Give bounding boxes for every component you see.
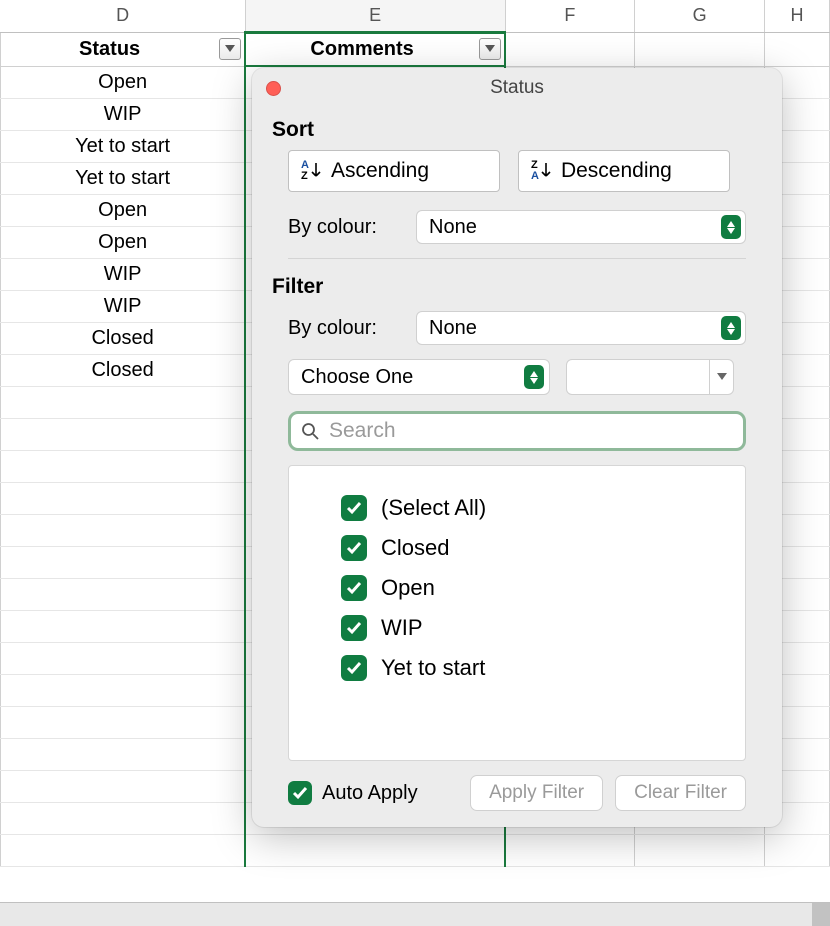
cell-status[interactable] [1, 674, 246, 706]
col-letter-h[interactable]: H [765, 0, 830, 32]
column-letter-row: D E F G H [1, 0, 830, 32]
col-letter-g[interactable]: G [635, 0, 765, 32]
cell-status[interactable] [1, 802, 246, 834]
cell-status[interactable] [1, 834, 246, 866]
chevron-down-icon [485, 45, 495, 53]
check-wip[interactable]: WIP [341, 608, 737, 648]
chevron-down-icon [709, 360, 733, 394]
search-input[interactable] [329, 419, 733, 443]
cell-status[interactable]: Open [1, 66, 246, 98]
sort-by-colour-label: By colour: [288, 216, 398, 239]
filter-popover: Status Sort AZ Ascending ZA Descending B… [252, 68, 782, 827]
filter-by-colour-select[interactable]: None [416, 311, 746, 345]
auto-apply-checkbox[interactable] [288, 781, 312, 805]
choose-one-label: Choose One [301, 366, 413, 389]
cell-status[interactable] [1, 514, 246, 546]
header-comments-label: Comments [310, 38, 413, 61]
table-row[interactable] [1, 834, 830, 866]
apply-filter-button[interactable]: Apply Filter [470, 775, 603, 811]
ascending-label: Ascending [331, 159, 429, 183]
popover-title: Status [490, 77, 544, 99]
check-open[interactable]: Open [341, 568, 737, 608]
filter-by-colour-label: By colour: [288, 317, 398, 340]
select-all-label: (Select All) [381, 495, 486, 521]
header-cell-g[interactable] [635, 32, 765, 66]
cell-status[interactable]: WIP [1, 290, 246, 322]
cell-status[interactable]: WIP [1, 98, 246, 130]
yet-to-start-label: Yet to start [381, 655, 485, 681]
check-yet-to-start[interactable]: Yet to start [341, 648, 737, 688]
cell-status[interactable] [1, 450, 246, 482]
bottom-scrollbar[interactable] [0, 902, 830, 926]
cell-status[interactable] [1, 386, 246, 418]
cell-status[interactable] [1, 610, 246, 642]
filter-dropdown-comments[interactable] [479, 38, 501, 60]
cell[interactable] [635, 834, 765, 866]
cell-status[interactable]: Open [1, 194, 246, 226]
cell-status[interactable] [1, 418, 246, 450]
header-cell-h[interactable] [765, 32, 830, 66]
sort-colour-value: None [429, 216, 477, 239]
checkbox-checked-icon [341, 575, 367, 601]
auto-apply-label: Auto Apply [322, 782, 418, 805]
clear-filter-button[interactable]: Clear Filter [615, 775, 746, 811]
checkbox-checked-icon [341, 535, 367, 561]
check-closed[interactable]: Closed [341, 528, 737, 568]
chevron-down-icon [225, 45, 235, 53]
sort-az-icon: AZ [301, 160, 321, 182]
open-label: Open [381, 575, 435, 601]
sort-by-colour-select[interactable]: None [416, 210, 746, 244]
divider [288, 258, 746, 259]
cell-status[interactable]: Open [1, 226, 246, 258]
header-cell-f[interactable] [505, 32, 635, 66]
header-row: Status Comments [1, 32, 830, 66]
cell-status[interactable]: WIP [1, 258, 246, 290]
sort-za-icon: ZA [531, 160, 551, 182]
cell-status[interactable]: Yet to start [1, 162, 246, 194]
checkbox-checked-icon [341, 655, 367, 681]
stepper-icon [721, 215, 741, 239]
col-letter-d[interactable]: D [1, 0, 246, 32]
cell-status[interactable] [1, 642, 246, 674]
wip-label: WIP [381, 615, 423, 641]
filter-dropdown-status[interactable] [219, 38, 241, 60]
cell-status[interactable] [1, 546, 246, 578]
cell-status[interactable] [1, 770, 246, 802]
cell-comments[interactable] [245, 834, 505, 866]
search-icon [301, 422, 319, 440]
cell-status[interactable]: Closed [1, 322, 246, 354]
col-letter-f[interactable]: F [505, 0, 635, 32]
check-select-all[interactable]: (Select All) [341, 488, 737, 528]
popover-header: Status [252, 68, 782, 108]
cell-status[interactable] [1, 578, 246, 610]
cell-status[interactable] [1, 738, 246, 770]
filter-colour-value: None [429, 317, 477, 340]
scrollbar-thumb[interactable] [812, 903, 830, 926]
descending-label: Descending [561, 159, 672, 183]
header-cell-comments[interactable]: Comments [245, 32, 505, 66]
sort-descending-button[interactable]: ZA Descending [518, 150, 730, 192]
cell-status[interactable]: Closed [1, 354, 246, 386]
filter-section-title: Filter [252, 265, 782, 307]
cell-status[interactable] [1, 482, 246, 514]
checkbox-checked-icon [341, 615, 367, 641]
header-cell-status[interactable]: Status [1, 32, 246, 66]
checkbox-checked-icon [341, 495, 367, 521]
header-status-label: Status [79, 38, 140, 61]
cell-status[interactable] [1, 706, 246, 738]
filter-checklist: (Select All) Closed Open WIP Yet to star… [288, 465, 746, 761]
cell[interactable] [505, 834, 635, 866]
filter-condition-select[interactable]: Choose One [288, 359, 550, 395]
col-letter-e[interactable]: E [245, 0, 505, 32]
close-button[interactable] [266, 81, 281, 96]
search-field-wrap[interactable] [288, 411, 746, 451]
stepper-icon [524, 365, 544, 389]
cell[interactable] [765, 834, 830, 866]
filter-value-combo[interactable] [566, 359, 734, 395]
stepper-icon [721, 316, 741, 340]
cell-status[interactable]: Yet to start [1, 130, 246, 162]
sort-section-title: Sort [252, 108, 782, 150]
closed-label: Closed [381, 535, 449, 561]
sort-ascending-button[interactable]: AZ Ascending [288, 150, 500, 192]
